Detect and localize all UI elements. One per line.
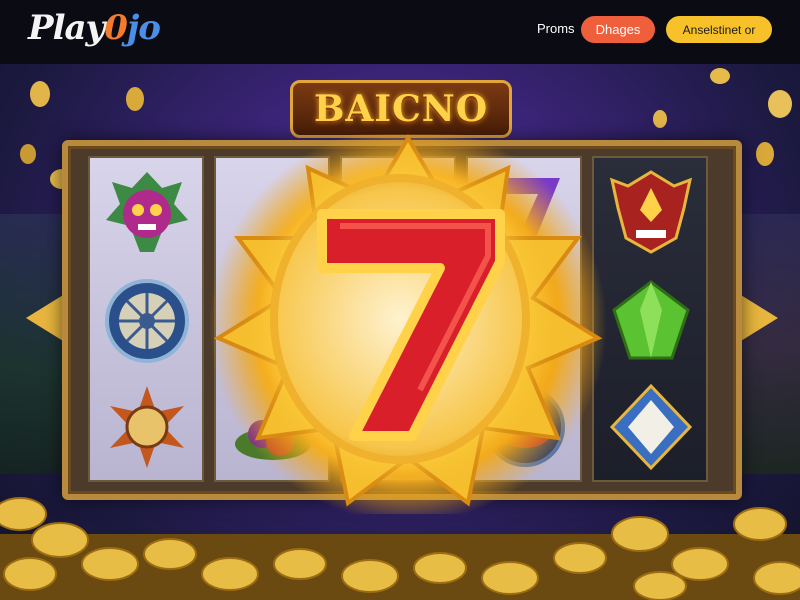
sun-compass-icon <box>110 386 184 468</box>
arrow-right-icon[interactable] <box>736 292 778 344</box>
logo-part-2: 0 <box>104 8 128 48</box>
lucky-seven-icon <box>317 209 505 441</box>
reel-1 <box>88 156 204 482</box>
nav-link-promos[interactable]: Proms <box>537 21 575 36</box>
gold-coins-pile <box>0 497 800 600</box>
demon-mask-icon <box>106 172 188 252</box>
logo-part-3: jo <box>126 8 161 48</box>
compass-wheel-icon <box>105 279 189 363</box>
top-navigation-bar: Play0jo Proms Dhages Anselstinet or <box>0 0 800 64</box>
hero-banner: BAICNO <box>0 64 800 600</box>
site-logo[interactable]: Play0jo <box>28 8 161 48</box>
primary-button[interactable]: Dhages <box>581 16 655 43</box>
secondary-button[interactable]: Anselstinet or <box>666 16 772 43</box>
logo-part-1: Play <box>28 8 105 48</box>
red-dragon-mask-icon <box>609 170 693 254</box>
game-title: BAICNO <box>313 88 489 130</box>
green-gem-icon <box>612 280 690 360</box>
blue-crystal-icon <box>609 383 693 471</box>
